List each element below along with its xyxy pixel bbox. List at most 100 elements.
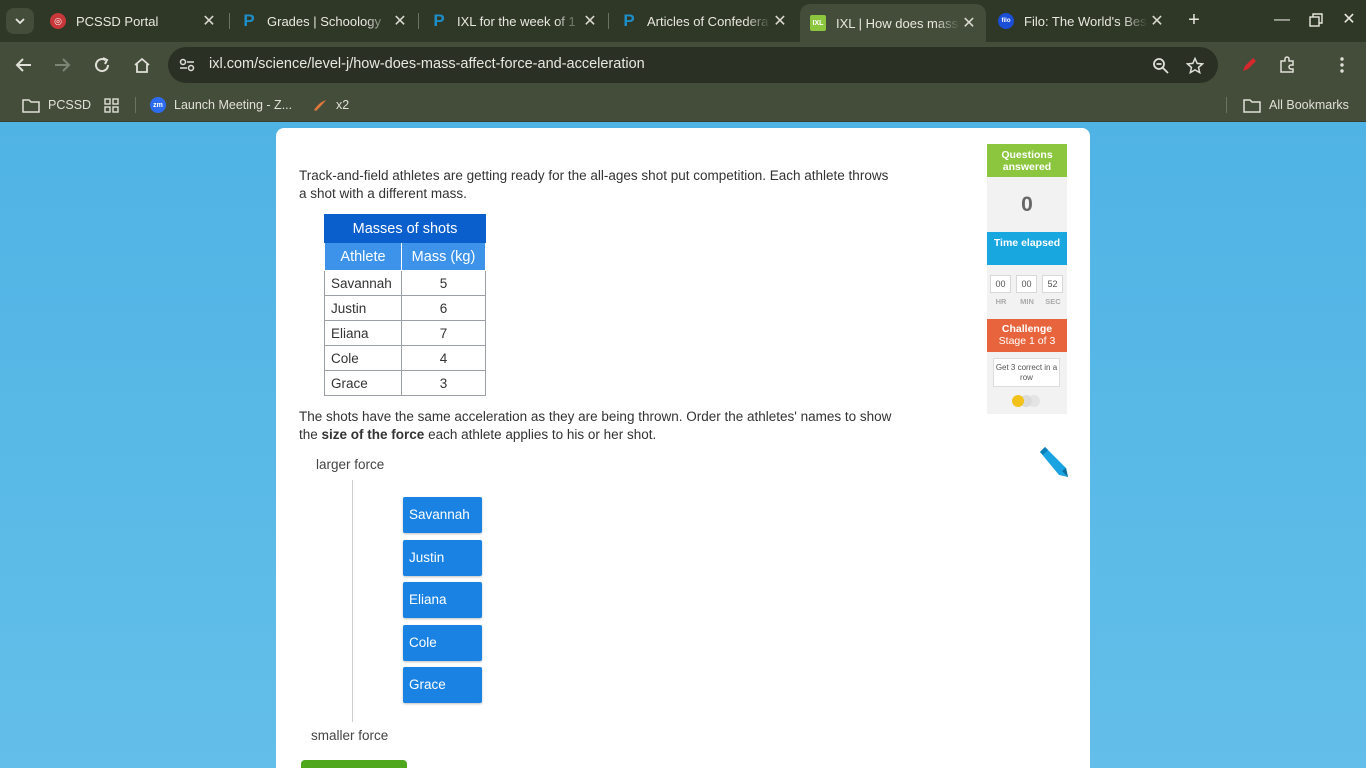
home-icon[interactable] bbox=[128, 51, 156, 79]
drag-chip-eliana[interactable]: Eliana bbox=[403, 582, 482, 618]
masses-table: Masses of shots Athlete Mass (kg) Savann… bbox=[324, 214, 486, 396]
bookmark-x2[interactable]: x2 bbox=[312, 95, 349, 115]
close-icon[interactable]: ✕ bbox=[771, 11, 789, 31]
reload-icon[interactable] bbox=[88, 51, 116, 79]
restore-window-icon[interactable] bbox=[1301, 8, 1331, 32]
schoology-favicon: P bbox=[623, 11, 635, 30]
submit-button[interactable] bbox=[301, 760, 407, 768]
chevron-down-icon bbox=[15, 18, 25, 25]
url-text: ixl.com/science/level-j/how-does-mass-af… bbox=[209, 56, 645, 72]
table-caption: Masses of shots bbox=[324, 214, 486, 243]
zoom-icon[interactable] bbox=[1150, 55, 1172, 77]
bookmark-divider bbox=[135, 97, 136, 113]
drag-chip-savannah[interactable]: Savannah bbox=[403, 497, 482, 533]
tab-filo[interactable]: filo Filo: The World's Bes ✕ bbox=[988, 6, 1174, 36]
pen-extension-icon[interactable] bbox=[1235, 51, 1263, 79]
schoology-favicon: P bbox=[433, 11, 445, 30]
bookmark-launch-meeting[interactable]: zm Launch Meeting - Z... bbox=[150, 95, 292, 115]
close-icon[interactable]: ✕ bbox=[391, 11, 409, 31]
tab-search-button[interactable] bbox=[6, 8, 34, 34]
athlete-cell: Savannah bbox=[324, 270, 402, 296]
page-viewport: Track-and-field athletes are getting rea… bbox=[0, 122, 1366, 768]
timer-hours: 00 bbox=[990, 275, 1011, 293]
close-icon[interactable]: ✕ bbox=[581, 11, 599, 31]
tab-divider bbox=[229, 13, 230, 29]
challenge-label: Challenge bbox=[1001, 323, 1053, 335]
close-window-icon[interactable]: ✕ bbox=[1334, 8, 1364, 32]
bookmark-label: x2 bbox=[336, 98, 350, 112]
pencil-icon[interactable] bbox=[1036, 446, 1070, 480]
challenge-panel: Get 3 correct in a row bbox=[987, 352, 1067, 414]
timer-unit-hr: HR bbox=[995, 297, 1007, 306]
bookmark-star-icon[interactable] bbox=[1184, 55, 1206, 77]
athlete-cell: Justin bbox=[324, 295, 402, 321]
drag-chip-cole[interactable]: Cole bbox=[403, 625, 482, 661]
drag-chip-justin[interactable]: Justin bbox=[403, 540, 482, 576]
new-tab-plus-icon[interactable]: + bbox=[1182, 9, 1206, 33]
address-bar[interactable]: ixl.com/science/level-j/how-does-mass-af… bbox=[168, 47, 1218, 83]
athlete-cell: Grace bbox=[324, 370, 402, 396]
tab-ixl-week[interactable]: P IXL for the week of 1 ✕ bbox=[421, 6, 607, 36]
minimize-icon[interactable]: — bbox=[1267, 8, 1297, 32]
bookmark-label: PCSSD bbox=[48, 98, 92, 112]
timer-minutes: 00 bbox=[1016, 275, 1037, 293]
time-elapsed-label: Time elapsed bbox=[987, 232, 1067, 265]
progress-sidebar: Questions answered 0 Time elapsed 00 00 … bbox=[987, 144, 1067, 414]
extensions-puzzle-icon[interactable] bbox=[1273, 51, 1301, 79]
tab-divider bbox=[418, 13, 419, 29]
tab-pcssd-portal[interactable]: ◎ PCSSD Portal ✕ bbox=[40, 6, 226, 36]
tab-articles-of-confederation[interactable]: P Articles of Confedera ✕ bbox=[611, 6, 797, 36]
apps-grid-icon bbox=[104, 97, 119, 113]
bookmark-pcssd[interactable]: PCSSD bbox=[22, 95, 91, 115]
table-header-mass: Mass (kg) bbox=[401, 242, 486, 271]
site-settings-icon[interactable] bbox=[176, 55, 198, 75]
tab-schoology-grades[interactable]: P Grades | Schoology ✕ bbox=[231, 6, 417, 36]
table-row: Savannah 5 bbox=[324, 270, 486, 296]
bookmark-apps[interactable] bbox=[104, 95, 127, 115]
instruction-text: each athlete applies to his or her shot. bbox=[424, 426, 657, 442]
schoology-favicon: P bbox=[243, 11, 255, 30]
questions-answered-label: Questions answered bbox=[987, 144, 1067, 177]
folder-icon bbox=[1243, 98, 1261, 113]
all-bookmarks[interactable]: All Bookmarks bbox=[1243, 95, 1349, 115]
close-icon[interactable]: ✕ bbox=[1148, 11, 1166, 31]
mass-cell: 5 bbox=[401, 270, 486, 296]
mass-cell: 7 bbox=[401, 320, 486, 346]
questions-answered-count: 0 bbox=[987, 177, 1067, 232]
bookmarks-bar: PCSSD zm Launch Meeting - Z... x2 All Bo… bbox=[0, 88, 1366, 122]
question-intro: Track-and-field athletes are getting rea… bbox=[299, 168, 889, 201]
x2-icon bbox=[312, 98, 328, 112]
ordering-axis bbox=[352, 480, 353, 722]
close-icon[interactable]: ✕ bbox=[960, 13, 978, 33]
tab-strip: ◎ PCSSD Portal ✕ P Grades | Schoology ✕ … bbox=[0, 0, 1366, 42]
challenge-goal: Get 3 correct in a row bbox=[993, 358, 1060, 387]
tab-title: IXL for the week of 1 bbox=[457, 13, 576, 29]
table-row: Eliana 7 bbox=[324, 320, 486, 346]
athlete-cell: Eliana bbox=[324, 320, 402, 346]
forward-arrow-icon[interactable] bbox=[48, 51, 76, 79]
larger-force-label: larger force bbox=[316, 457, 385, 472]
table-row: Cole 4 bbox=[324, 345, 486, 371]
drag-chip-grace[interactable]: Grace bbox=[403, 667, 482, 703]
table-row: Grace 3 bbox=[324, 370, 486, 396]
close-icon[interactable]: ✕ bbox=[200, 11, 218, 31]
tab-divider bbox=[608, 13, 609, 29]
folder-icon bbox=[22, 98, 40, 113]
filo-favicon: filo bbox=[998, 13, 1014, 29]
ixl-favicon: IXL bbox=[810, 15, 826, 31]
back-arrow-icon[interactable] bbox=[10, 51, 38, 79]
smaller-force-label: smaller force bbox=[311, 728, 389, 743]
browser-toolbar: ixl.com/science/level-j/how-does-mass-af… bbox=[0, 42, 1366, 88]
tab-title: Articles of Confedera bbox=[647, 13, 769, 29]
question-instruction: The shots have the same acceleration as … bbox=[299, 408, 909, 443]
bookmark-label: Launch Meeting - Z... bbox=[174, 98, 293, 112]
zoom-icon: zm bbox=[150, 97, 166, 113]
challenge-stage: Stage 1 of 3 bbox=[998, 334, 1056, 347]
athlete-cell: Cole bbox=[324, 345, 402, 371]
tab-ixl-mass-force[interactable]: IXL IXL | How does mass ✕ bbox=[800, 4, 986, 42]
challenge-progress-dot bbox=[1012, 395, 1024, 407]
tab-title: PCSSD Portal bbox=[76, 13, 159, 29]
bookmark-divider bbox=[1226, 97, 1227, 113]
table-header-athlete: Athlete bbox=[324, 242, 402, 271]
more-menu-icon[interactable] bbox=[1328, 51, 1356, 79]
